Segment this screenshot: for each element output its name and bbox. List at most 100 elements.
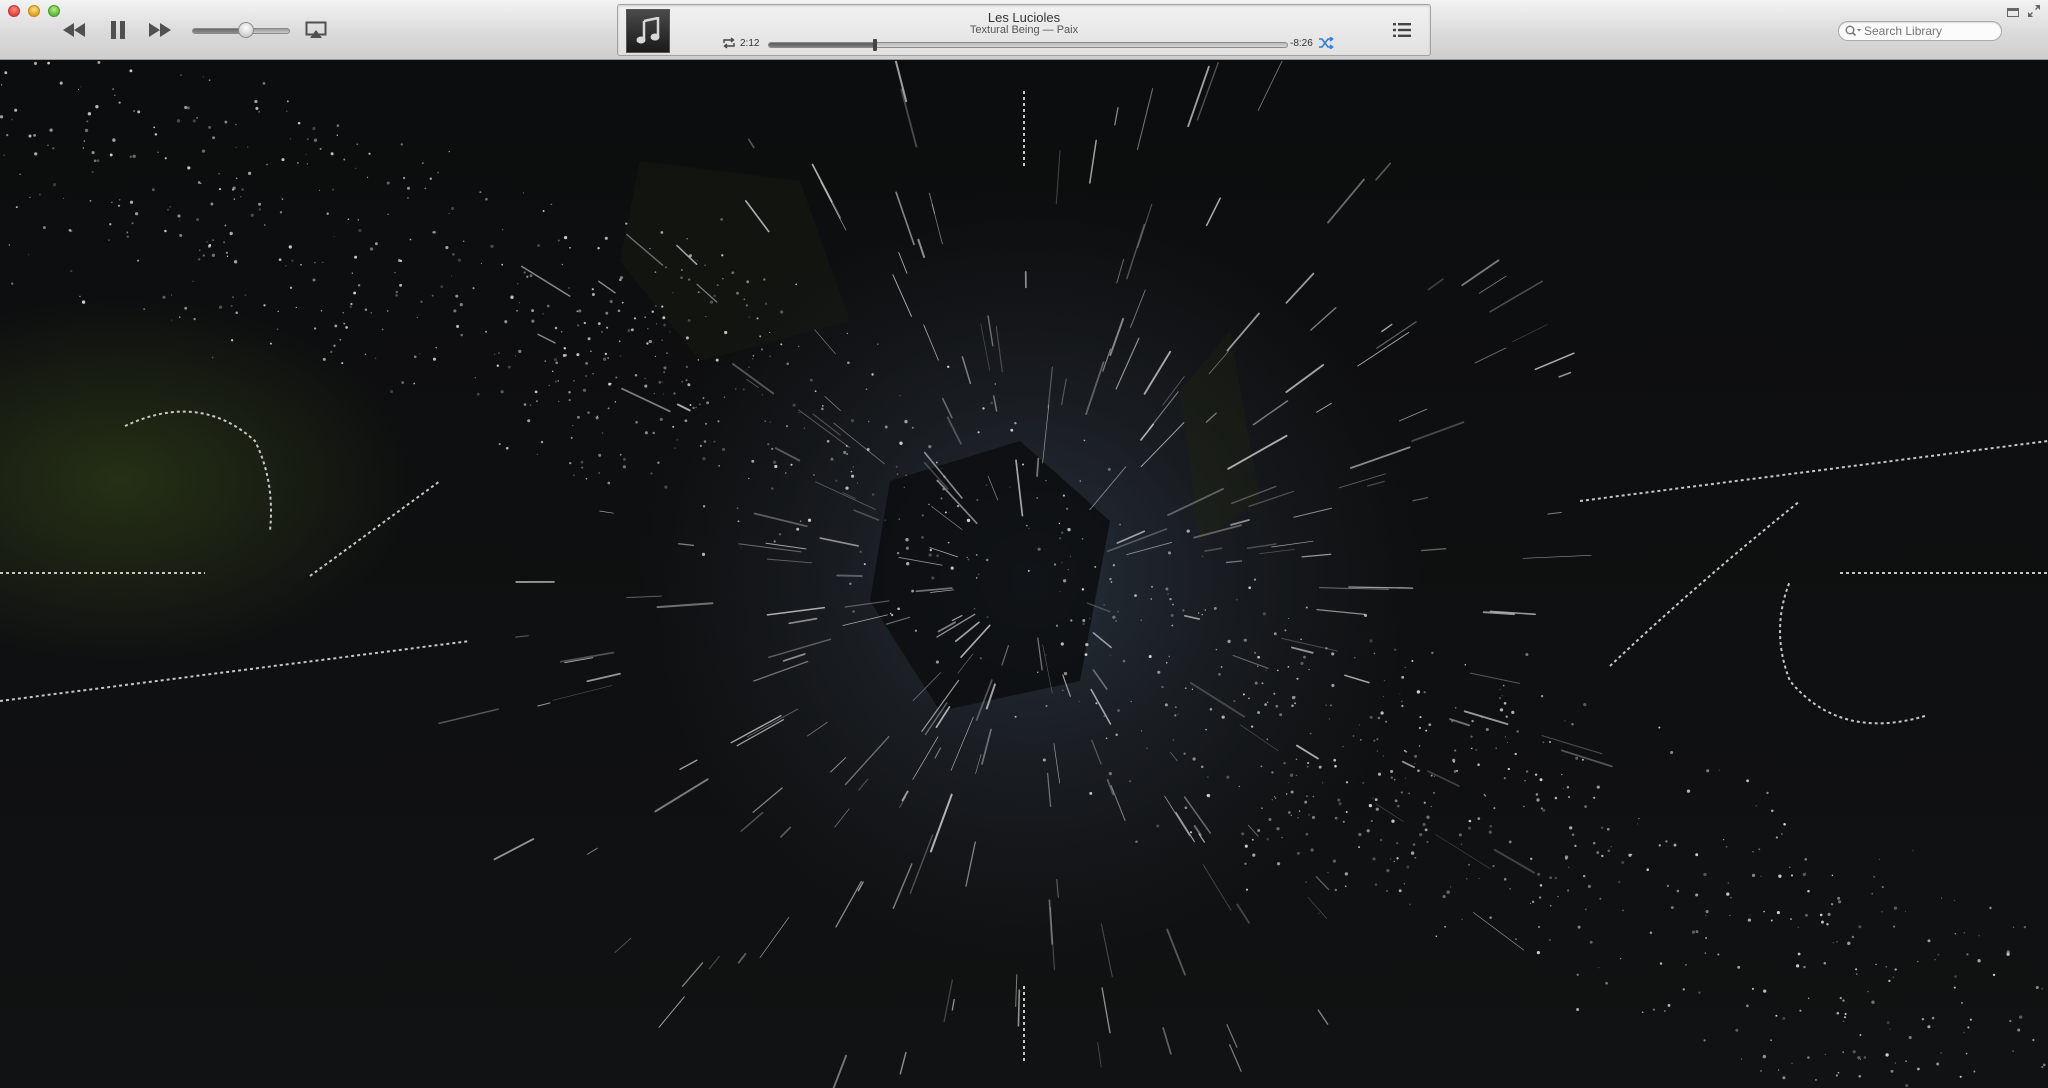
visualizer-particle (1790, 918, 1792, 921)
visualizer-particle (1184, 806, 1188, 810)
visualizer-particle (724, 330, 728, 335)
search-input[interactable] (1864, 23, 1996, 39)
visualizer-particle (1115, 620, 1117, 622)
visualizer-particle (1244, 844, 1248, 848)
playhead[interactable] (872, 39, 877, 51)
visualizer-particle (1514, 752, 1517, 756)
visualizer-particle (1747, 918, 1752, 922)
visualizer-particle (263, 304, 266, 307)
fast-forward-button[interactable] (146, 18, 174, 42)
visualizer-streak (1017, 989, 1021, 1027)
mini-player-icon (2007, 8, 2019, 17)
visualizer-particle (1390, 858, 1392, 860)
visualizer-particle (1253, 578, 1257, 581)
visualizer-particle (244, 294, 247, 297)
visualizer-particle (723, 396, 726, 398)
visualizer-particle (706, 401, 710, 405)
visualizer-particle (2035, 985, 2039, 990)
visualizer-particle (1638, 817, 1640, 819)
artist-album[interactable]: Textural Being — Paix (618, 24, 1430, 36)
visualizer-particle (1927, 1025, 1931, 1029)
volume-knob[interactable] (237, 22, 254, 38)
visualizer-particle (1538, 896, 1542, 899)
visualizer-particle (713, 440, 716, 443)
visualizer-particle (1266, 701, 1269, 704)
mini-player-button[interactable] (2007, 4, 2019, 17)
visualizer-streak (1307, 896, 1327, 919)
visualizer-particle (976, 498, 979, 502)
visualizer-particle (704, 264, 707, 267)
visualizer-particle (584, 374, 588, 378)
visualizer-particle (1489, 916, 1492, 919)
visualizer-particle (1372, 857, 1376, 861)
visualizer-particle (1291, 704, 1294, 708)
visualizer-particle (633, 317, 637, 320)
repeat-button[interactable] (722, 36, 736, 49)
visualizer-particle (1174, 706, 1177, 709)
search-box[interactable] (1838, 21, 2002, 41)
visualizer-particle (381, 328, 384, 331)
song-title[interactable]: Les Lucioles (618, 10, 1430, 25)
visualizer-particle (1268, 818, 1272, 821)
visualizer-particle (193, 317, 196, 321)
visualizer-streak (1473, 912, 1525, 951)
visualizer-particle (763, 278, 766, 281)
visualizer-particle (1791, 1062, 1793, 1065)
minimize-window-button[interactable] (28, 5, 40, 17)
visualizer-particle (580, 460, 584, 464)
visualizer-particle (722, 447, 726, 451)
visualizer-particle (1363, 613, 1368, 617)
up-next-button[interactable] (1392, 20, 1412, 40)
zoom-window-button[interactable] (48, 5, 60, 17)
visualizer-particle (684, 419, 688, 423)
shuffle-button[interactable] (1318, 36, 1334, 50)
visualizer-particle (778, 533, 782, 536)
toolbar: Les Lucioles Textural Being — Paix 2:12 … (0, 0, 2048, 60)
visualizer-particle (1824, 1053, 1827, 1056)
visualizer-particle (1844, 1012, 1847, 1016)
visualizer-particle (1130, 701, 1132, 703)
progress-bar[interactable] (768, 42, 1288, 48)
rewind-button[interactable] (60, 18, 88, 42)
visualizer-particle (1300, 638, 1302, 641)
visualizer-streak (493, 838, 535, 861)
visualizer-particle (93, 159, 97, 163)
visualizer-particle (1931, 1016, 1935, 1020)
visualizer-particle (1408, 792, 1410, 794)
visualizer-particle (184, 306, 188, 310)
visualizer-particle (1797, 926, 1800, 928)
visualizer-particle (568, 286, 571, 290)
visualizer-particle (1503, 777, 1506, 780)
visualizer-particle (1066, 507, 1069, 510)
visualizer-particle (1842, 1051, 1845, 1054)
visualizer-particle (288, 245, 292, 249)
visualizer-particle (618, 340, 621, 343)
visualizer-particle (1508, 840, 1512, 844)
visualizer-particle (590, 350, 592, 353)
visualizer-particle (1451, 720, 1454, 723)
visualizer-particle (1905, 1060, 1907, 1063)
visualizer-particle (994, 383, 996, 385)
visualizer-particle (735, 388, 737, 390)
visualizer-particle (655, 305, 657, 307)
visualizer-particle (1332, 859, 1337, 863)
visualizer-particle (591, 292, 595, 297)
visualizer-particle (395, 294, 398, 297)
visualizer-particle (905, 546, 909, 550)
visualizer-particle (826, 439, 830, 443)
pause-button[interactable] (108, 18, 128, 42)
visualizer-particle (1305, 795, 1309, 798)
visualizer-streak (900, 88, 918, 148)
visualizer-particle (1670, 906, 1674, 910)
visualizer-particle (1377, 716, 1381, 720)
visualizer-particle (347, 218, 350, 221)
visualizer-particle (1250, 725, 1254, 728)
visualizer[interactable] (0, 61, 2048, 1088)
visualizer-particle (187, 166, 191, 170)
close-window-button[interactable] (8, 5, 20, 17)
visualizer-particle (1908, 1036, 1912, 1040)
visualizer-particle (871, 493, 875, 496)
visualizer-particle (1294, 696, 1297, 698)
airplay-button[interactable] (305, 21, 327, 39)
exit-fullscreen-button[interactable] (2028, 4, 2040, 17)
